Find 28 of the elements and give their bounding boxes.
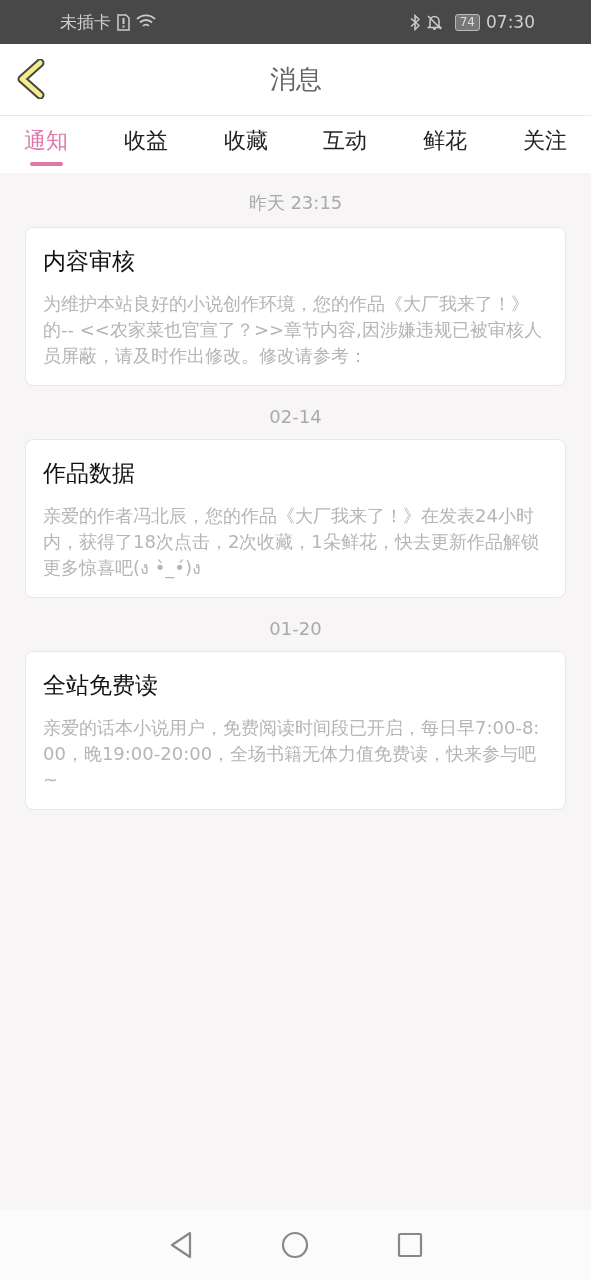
message-time: 昨天 23:15 xyxy=(247,191,344,215)
clock-text: 07:30 xyxy=(486,12,535,32)
recents-nav-icon[interactable] xyxy=(396,1232,423,1258)
bell-off-icon xyxy=(425,13,443,31)
message-time: 02-14 xyxy=(268,406,323,427)
bluetooth-icon xyxy=(409,13,420,31)
sim-card-icon xyxy=(117,13,130,31)
tab[interactable]: 收益 xyxy=(121,116,170,173)
tab[interactable]: 互动 xyxy=(321,116,370,173)
message-body: 亲爱的作者冯北辰，您的作品《大厂我来了！》在发表24小时内，获得了18次点击，2次收藏，1朵鲜花，快去更新作品解锁更多惊喜吧(ง •̀_•́)ง xyxy=(43,504,540,581)
tab[interactable]: 收藏 xyxy=(221,116,270,173)
battery-level: 74 xyxy=(454,13,480,31)
message-card[interactable]: 全站免费读 亲爱的话本小说用户，免费阅读时间段已开启，每日早7:00-8:00，晚19:00-20:00，全场书籍无体力值免费读，快来参与吧 ~ xyxy=(25,651,566,810)
back-chevron-icon xyxy=(16,58,46,99)
tab[interactable]: 鲜花 xyxy=(421,116,470,173)
message-title: 全站免费读 xyxy=(43,671,159,700)
message-title: 作品数据 xyxy=(43,459,136,488)
carrier-text: 未插卡 xyxy=(60,10,111,34)
message-card[interactable]: 作品数据 亲爱的作者冯北辰，您的作品《大厂我来了！》在发表24小时内，获得了18次点击，2次收藏，1朵鲜花，快去更新作品解锁更多惊喜吧(ง •̀_•́)ง xyxy=(25,439,566,598)
message-body: 为维护本站良好的小说创作环境，您的作品《大厂我来了！》的-- <<农家菜也官宣了？>>章节内容,因涉嫌违规已被审核人员屏蔽，请及时作出修改。修改请参考： xyxy=(43,292,543,368)
home-nav-icon[interactable] xyxy=(280,1231,309,1259)
tab[interactable]: 关注 xyxy=(521,116,569,173)
message-time: 01-20 xyxy=(268,618,323,639)
page-title: 消息 xyxy=(269,63,322,96)
back-nav-icon[interactable] xyxy=(168,1231,193,1259)
message-card[interactable]: 内容审核 为维护本站良好的小说创作环境，您的作品《大厂我来了！》的-- <<农家菜也官宣了？>>章节内容,因涉嫌违规已被审核人员屏蔽，请及时作出修改。修改请参考： xyxy=(25,227,566,386)
message-body: 亲爱的话本小说用户，免费阅读时间段已开启，每日早7:00-8:00，晚19:00-20:00，全场书籍无体力值免费读，快来参与吧 ~ xyxy=(43,716,541,792)
message-title: 内容审核 xyxy=(43,247,136,276)
